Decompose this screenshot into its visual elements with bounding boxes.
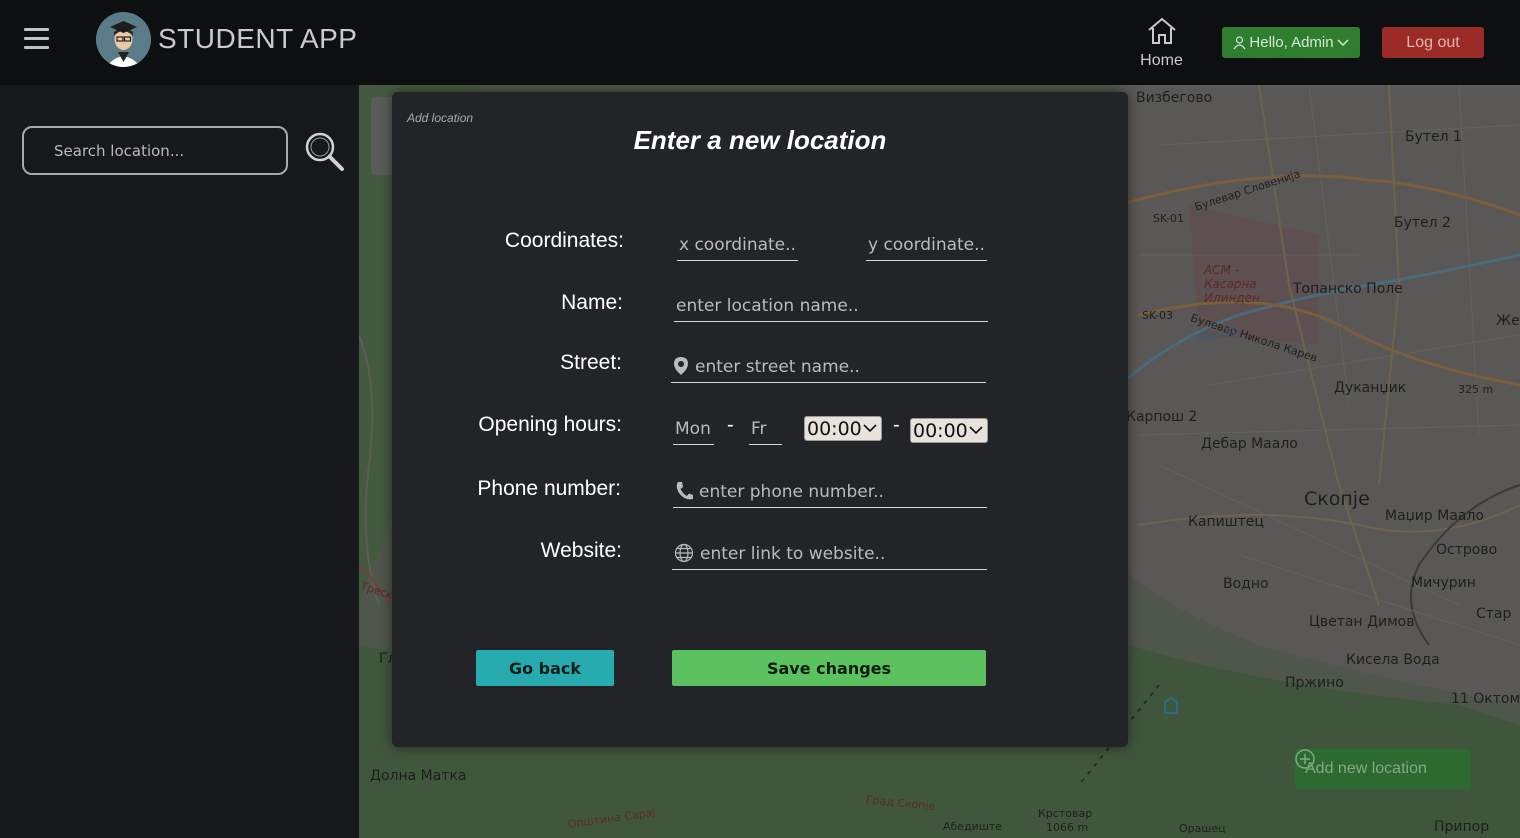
name-label: Name: — [561, 291, 623, 314]
go-back-button[interactable]: Go back — [476, 650, 614, 686]
street-field[interactable] — [671, 346, 986, 383]
student-avatar — [96, 12, 151, 67]
chevron-down-icon — [1337, 38, 1349, 46]
phone-number-field[interactable] — [673, 471, 987, 508]
x-coordinate-input[interactable] — [677, 235, 798, 260]
map-label: Дебар Маало — [1201, 436, 1298, 452]
day-to-value: Fr — [751, 419, 767, 439]
search-input[interactable] — [24, 128, 286, 173]
add-location-modal: Add location Enter a new location Coordi… — [392, 92, 1128, 747]
transit-icon — [1164, 696, 1178, 714]
map-label: SK-03 — [1142, 309, 1174, 322]
street-input[interactable] — [693, 357, 986, 382]
user-icon — [1233, 35, 1246, 49]
website-label: Website: — [540, 539, 622, 562]
user-menu-button[interactable]: Hello, Admin — [1222, 27, 1360, 58]
map-label: Мичурин — [1411, 575, 1476, 591]
map-label: Кисела Вода — [1346, 652, 1440, 668]
coordinates-label: Coordinates: — [504, 229, 624, 252]
map-label: Карпош 2 — [1126, 409, 1198, 425]
day-to-field[interactable]: Fr — [749, 408, 782, 445]
logout-button[interactable]: Log out — [1382, 27, 1484, 58]
phone-icon — [676, 482, 693, 500]
time-to-value: 00:00 — [913, 419, 968, 442]
y-coordinate-input[interactable] — [866, 235, 987, 260]
modal-small-title: Add location — [407, 111, 474, 125]
map-label: Абедиште — [943, 820, 1003, 833]
map-label: Визбегово — [1136, 90, 1213, 106]
day-range-dash: - — [727, 414, 734, 436]
name-field[interactable] — [674, 285, 988, 322]
hamburger-menu-icon[interactable] — [24, 28, 50, 50]
map-label: Стар — [1476, 606, 1512, 622]
home-label: Home — [1140, 52, 1183, 69]
search-icon[interactable] — [303, 130, 347, 174]
y-coordinate-field[interactable] — [866, 224, 987, 261]
map-label: Водно — [1223, 576, 1269, 592]
website-input[interactable] — [698, 544, 987, 569]
map-label: Капиштец — [1188, 514, 1264, 530]
chevron-down-icon — [969, 426, 983, 435]
map-label: Припор — [1434, 819, 1490, 835]
map-label: 11 Октом — [1451, 691, 1520, 707]
phone-number-label: Phone number: — [477, 477, 621, 500]
time-from-select[interactable]: 00:00 — [804, 416, 882, 441]
opening-hours-label: Opening hours: — [478, 413, 622, 436]
top-bar: STUDENT APP Home Hello, Admin Log out — [0, 0, 1520, 85]
map-label: Бутел 1 — [1405, 129, 1462, 145]
map-label: Маџир Маало — [1385, 508, 1484, 524]
name-input[interactable] — [674, 296, 988, 321]
map-label: Топанско Поле — [1293, 281, 1403, 297]
map-label: SK-01 — [1153, 212, 1185, 225]
map-label: Скопје — [1304, 488, 1370, 510]
location-pin-icon — [674, 357, 688, 375]
plus-circle-icon — [1295, 749, 1315, 769]
add-new-location-button[interactable]: Add new location — [1295, 749, 1471, 789]
map-label: Крстовар — [1038, 807, 1093, 820]
map-label: Жел — [1496, 313, 1520, 329]
chevron-down-icon — [863, 424, 877, 433]
globe-icon — [674, 543, 694, 563]
map-label: Цветан Димов — [1309, 614, 1415, 630]
map-label: Острово — [1436, 542, 1498, 558]
map-label: 325 m — [1458, 383, 1494, 396]
x-coordinate-field[interactable] — [677, 224, 798, 261]
user-greeting: Hello, Admin — [1249, 34, 1334, 51]
day-from-value: Mon — [675, 419, 711, 439]
save-changes-button[interactable]: Save changes — [672, 650, 986, 686]
map-label: Пржино — [1285, 675, 1344, 691]
time-from-value: 00:00 — [807, 417, 862, 440]
app-brand: STUDENT APP — [158, 23, 358, 54]
map-label: Орашец — [1179, 822, 1226, 835]
time-to-select[interactable]: 00:00 — [910, 418, 988, 443]
day-from-field[interactable]: Mon — [673, 408, 714, 445]
map-label: 1066 m — [1046, 821, 1089, 834]
website-field[interactable] — [672, 533, 987, 570]
home-icon — [1147, 17, 1176, 44]
street-label: Street: — [560, 351, 622, 374]
add-new-location-label: Add new location — [1305, 760, 1427, 777]
map-label: АСМ - Касарна Илинден — [1204, 263, 1260, 305]
home-nav[interactable]: Home — [1134, 16, 1189, 70]
time-range-dash: - — [893, 414, 900, 436]
map-label: Долна Матка — [370, 768, 467, 784]
search-location-field[interactable] — [22, 126, 288, 175]
phone-number-input[interactable] — [697, 482, 987, 507]
modal-title: Enter a new location — [633, 125, 887, 155]
map-label: Дуканџик — [1334, 380, 1407, 396]
map-label: Бутел 2 — [1394, 215, 1451, 231]
